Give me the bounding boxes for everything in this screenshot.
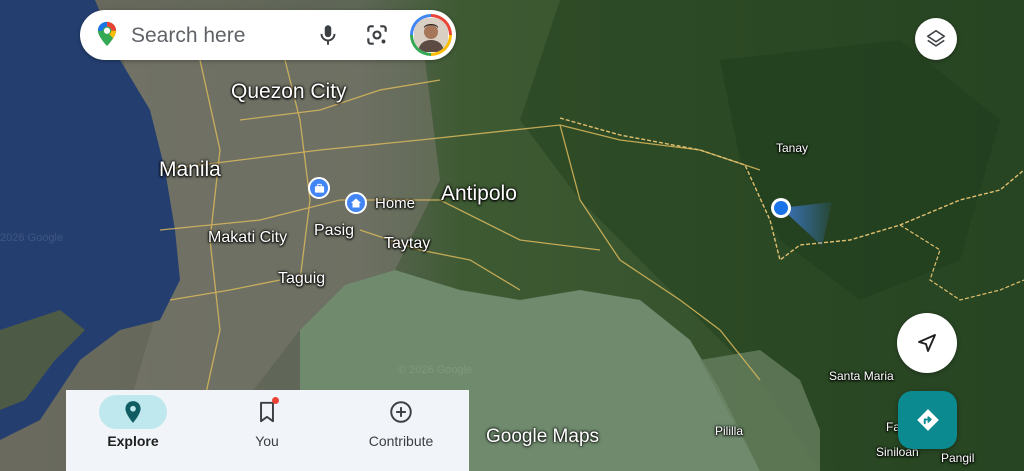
place-label-taytay[interactable]: Taytay — [384, 235, 430, 253]
map-watermark: © 2026 Google — [398, 364, 473, 376]
map-watermark: 2026 Google — [0, 232, 63, 244]
directions-button[interactable] — [898, 391, 957, 449]
my-location-button[interactable] — [897, 313, 957, 373]
work-pin[interactable] — [308, 177, 330, 199]
place-label-tanay[interactable]: Tanay — [776, 141, 808, 155]
camera-lens-icon[interactable] — [364, 22, 390, 48]
nav-you[interactable]: You — [200, 390, 334, 471]
notification-dot — [272, 397, 279, 404]
current-location[interactable] — [760, 180, 850, 250]
microphone-icon[interactable] — [315, 22, 341, 48]
place-label-pililla[interactable]: Pililla — [715, 424, 743, 438]
google-maps-brand: Google Maps — [486, 426, 600, 447]
nav-you-label: You — [255, 433, 279, 449]
nav-explore[interactable]: Explore — [66, 390, 200, 471]
nav-contribute[interactable]: Contribute — [334, 390, 468, 471]
layers-icon — [926, 29, 946, 47]
location-dot-inner — [774, 201, 788, 215]
avatar-photo — [413, 17, 449, 53]
search-input[interactable]: Search here — [131, 24, 245, 48]
place-label-manila[interactable]: Manila — [159, 158, 221, 182]
place-label-santa-maria[interactable]: Santa Maria — [829, 369, 894, 383]
home-icon — [351, 198, 361, 208]
maps-pin-logo-icon — [97, 21, 117, 47]
place-label-quezon-city[interactable]: Quezon City — [231, 80, 347, 104]
location-pin-icon — [125, 401, 141, 423]
bottom-navigation: Explore You Contribute — [66, 390, 469, 471]
briefcase-icon — [314, 183, 324, 193]
place-label-taguig[interactable]: Taguig — [278, 270, 325, 288]
navigation-arrow-icon — [918, 334, 936, 352]
place-label-pangil[interactable]: Pangil — [941, 451, 974, 465]
place-label-makati-city[interactable]: Makati City — [208, 229, 287, 247]
nav-explore-label: Explore — [107, 433, 159, 449]
avatar-person-icon — [414, 18, 448, 52]
profile-avatar[interactable] — [410, 14, 452, 56]
nav-contribute-label: Contribute — [368, 433, 434, 449]
place-label-antipolo[interactable]: Antipolo — [441, 182, 517, 206]
home-pin[interactable] — [345, 192, 367, 214]
place-label-pasig[interactable]: Pasig — [314, 222, 354, 240]
home-label[interactable]: Home — [375, 195, 415, 212]
layers-button[interactable] — [915, 18, 957, 60]
add-circle-icon — [390, 401, 412, 423]
directions-icon — [916, 409, 939, 431]
search-bar[interactable]: Search here — [80, 10, 456, 60]
